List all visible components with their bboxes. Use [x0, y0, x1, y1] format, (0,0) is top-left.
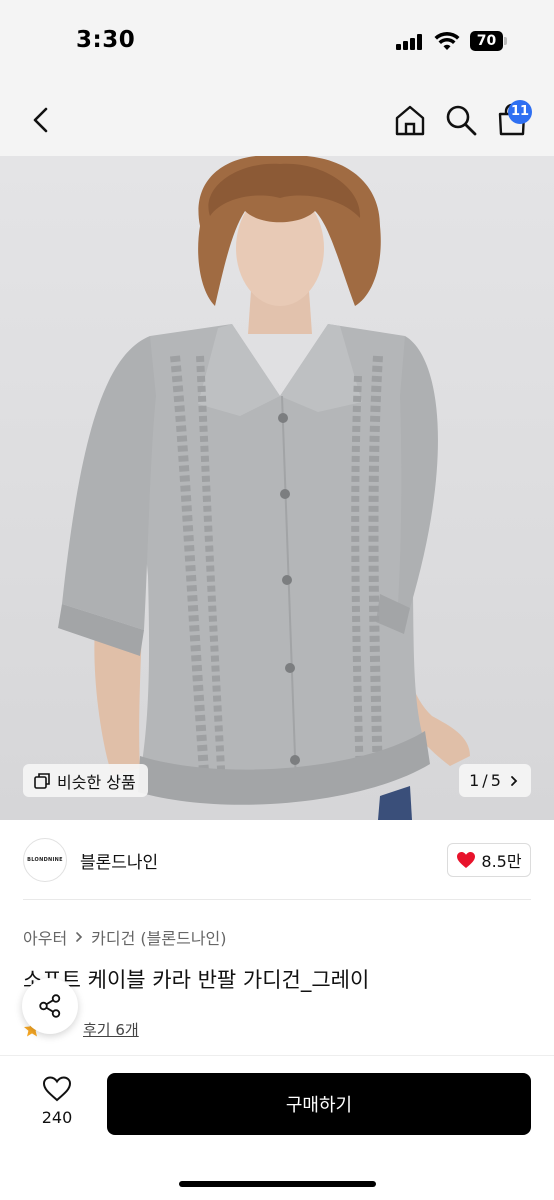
share-icon — [39, 994, 61, 1018]
wish-heart-icon — [42, 1076, 72, 1102]
heart-icon — [457, 852, 476, 868]
like-count: 8.5만 — [481, 852, 522, 871]
image-pager[interactable]: 1 / 5 — [459, 764, 531, 797]
share-button[interactable] — [22, 978, 78, 1034]
review-link[interactable]: 후기 6개 — [83, 1019, 139, 1040]
category-outer[interactable]: 아우터 — [23, 925, 67, 949]
product-image[interactable]: 비슷한 상품 1 / 5 — [0, 156, 554, 820]
status-bar: 3:30 70 — [0, 0, 554, 84]
page-total: 5 — [490, 771, 501, 790]
like-button[interactable]: 8.5만 — [447, 843, 531, 877]
nav-bar — [0, 84, 554, 156]
similar-icon — [34, 772, 50, 789]
battery-level: 70 — [470, 31, 503, 51]
page-current: 1 — [469, 771, 480, 790]
category-cardigan[interactable]: 카디건 (블론드나인) — [91, 925, 226, 949]
chevron-right-icon — [76, 932, 83, 942]
product-photo-illustration — [58, 156, 470, 820]
home-icon[interactable] — [393, 103, 427, 137]
search-icon[interactable] — [444, 103, 478, 137]
seller-logo[interactable]: BLONDNINE — [23, 838, 67, 882]
page-separator: / — [482, 771, 488, 790]
back-icon[interactable] — [26, 102, 56, 138]
wish-count: 240 — [41, 1108, 73, 1127]
signal-icon — [396, 34, 426, 50]
chevron-right-icon — [510, 775, 518, 786]
product-title: 소프트 케이블 카라 반팔 가디건_그레이 — [23, 968, 370, 992]
similar-products-button[interactable]: 비슷한 상품 — [23, 764, 148, 797]
seller-name[interactable]: 블론드나인 — [80, 848, 158, 873]
similar-products-label: 비슷한 상품 — [57, 772, 136, 792]
wifi-icon — [434, 31, 460, 50]
buy-button[interactable]: 구매하기 — [107, 1073, 531, 1135]
battery-icon: 70 — [470, 31, 508, 51]
breadcrumb: 아우터 카디건 (블론드나인) — [23, 925, 227, 949]
seller-logo-text: BLONDNINE — [27, 857, 63, 863]
cart-count-badge: 11 — [508, 100, 532, 124]
home-indicator — [179, 1181, 376, 1187]
divider — [23, 899, 531, 900]
status-time: 3:30 — [76, 27, 136, 53]
